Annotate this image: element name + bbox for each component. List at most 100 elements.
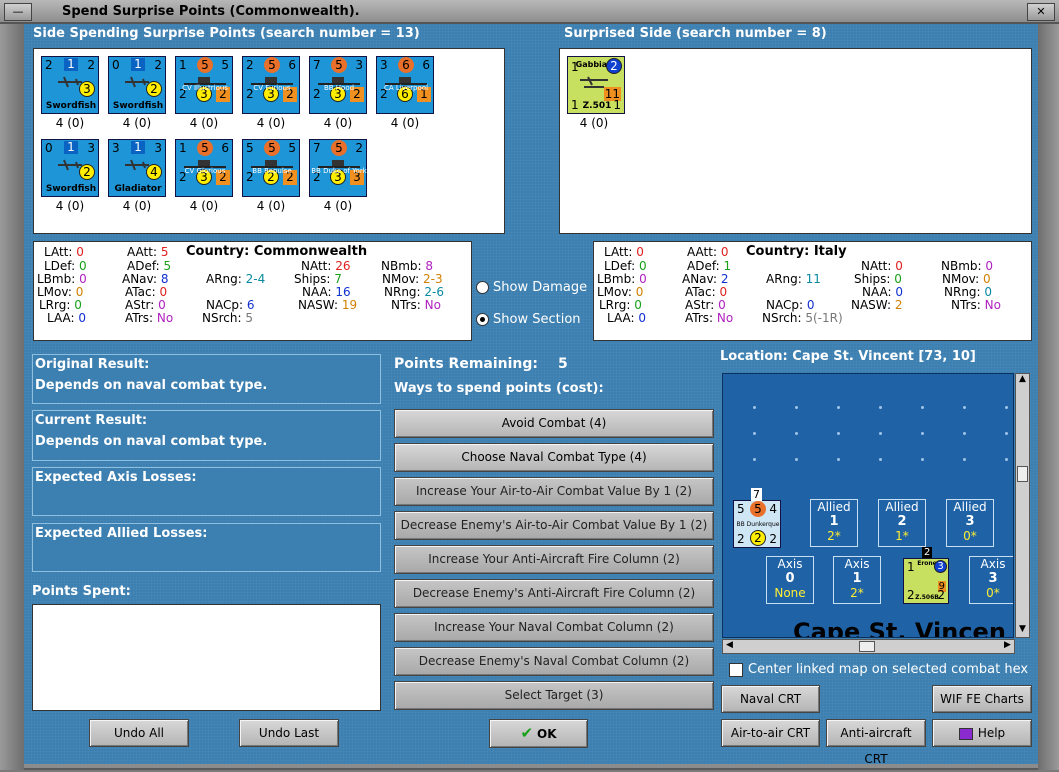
spend-option-button[interactable]: Increase Your Anti-Aircraft Fire Column … (394, 545, 714, 574)
counter-top-left-value: 5 (737, 502, 745, 516)
axis-box-subvalue: None (774, 586, 806, 600)
aircraft-counter[interactable]: 1 Gabbiano 2 11 1 1 Z.501 (567, 56, 625, 114)
surprised-side-stats: LAtt: 0 AAtt: 0 Country: Italy NAtt: 0 N… (593, 241, 1032, 341)
counter-attack-value: 5 (197, 57, 213, 73)
stat-natt: NAtt: 0 (861, 259, 903, 273)
sea-hex-dot (963, 406, 966, 409)
map-vscroll-thumb[interactable] (1017, 466, 1028, 482)
stat-nmov: NMov: 0 (942, 272, 991, 286)
current-result-value: Depends on naval combat type. (35, 434, 268, 449)
spending-side-header: Side Spending Surprise Points (search nu… (33, 26, 420, 41)
spend-option-button[interactable]: Select Target (3) (394, 681, 714, 710)
undo-all-button[interactable]: Undo All (89, 719, 189, 747)
stat-nacp: NACp: 6 (206, 298, 255, 312)
ship-counter[interactable]: 5 5 5 2 2 2 BB Repulse (242, 139, 300, 197)
aircraft-counter[interactable]: 3 3 1 4 Gladiator (108, 139, 166, 197)
map-place-label: Cape St. Vincen (793, 618, 1006, 638)
show-damage-label[interactable]: Show Damage (493, 280, 587, 295)
counter-top-right-value: 3 (87, 141, 95, 155)
counter-caption: 4 (0) (579, 116, 609, 130)
stat-country: Country: Commonwealth (186, 244, 368, 259)
points-remaining: Points Remaining: 5 (394, 356, 568, 372)
show-damage-radio[interactable] (476, 281, 489, 294)
counter-circle-value: 2 (146, 81, 162, 97)
wif-fe-charts-button[interactable]: WIF FE Charts (932, 685, 1032, 713)
allied-box[interactable]: Allied 3 0* (946, 499, 994, 547)
scroll-down-icon[interactable]: ▼ (1016, 624, 1029, 637)
counter-top-left-value: 7 (313, 58, 321, 72)
linked-map[interactable]: Allied 1 2* Allied 2 1* Allied 3 0* Axis 0 None Axis… (722, 373, 1014, 638)
stat-atac: ATac: 0 (685, 285, 728, 299)
counter-top-right-value: 2 (355, 141, 363, 155)
scroll-right-icon[interactable]: ▶ (1001, 640, 1014, 653)
counter-top-left-value: 2 (45, 58, 53, 72)
undo-last-button[interactable]: Undo Last (239, 719, 339, 747)
show-section-radio[interactable] (476, 313, 489, 326)
map-ship-counter[interactable]: 7 5 5 4 BB Dunkerque 2 2 2 (733, 488, 781, 548)
spend-option-button[interactable]: Increase Your Air-to-Air Combat Value By… (394, 477, 714, 506)
allied-box[interactable]: Allied 2 1* (878, 499, 926, 547)
counter-top-right-value: 6 (288, 58, 296, 72)
stat-ldef: LDef: 0 (604, 259, 647, 273)
help-button[interactable]: Help (932, 719, 1032, 747)
counter-caption: 4 (0) (55, 116, 85, 130)
axis-box[interactable]: Axis 1 2* (833, 556, 881, 604)
spend-option-button[interactable]: Decrease Enemy's Air-to-Air Combat Value… (394, 511, 714, 540)
counter-top-left-value: 7 (313, 141, 321, 155)
ship-counter[interactable]: 1 6 5 2 3 2 CV Glorious (175, 139, 233, 197)
naval-crt-button[interactable]: Naval CRT (721, 685, 820, 713)
counter-air-value: 1 (131, 141, 145, 154)
sea-hex-dot (879, 406, 882, 409)
axis-box[interactable]: Axis 3 0* (969, 556, 1013, 604)
axis-losses-label: Expected Axis Losses: (35, 470, 197, 485)
stat-lbmb: LBmb: 0 (597, 272, 647, 286)
spend-option-button[interactable]: Avoid Combat (4) (394, 409, 714, 438)
window-title: Spend Surprise Points (Commonwealth). (62, 4, 360, 19)
close-button[interactable]: ✕ (1027, 3, 1055, 21)
ok-button[interactable]: ✔ OK (489, 719, 588, 748)
ship-counter[interactable]: 3 6 6 2 6 1 CA Liverpool (376, 56, 434, 114)
stat-nsrch: NSrch: 5 (202, 311, 253, 325)
map-air-counter[interactable]: 2 1 Erone 3 9 2 2 Z.506B (903, 547, 949, 604)
axis-box[interactable]: Axis 0 None (766, 556, 814, 604)
center-map-checkbox[interactable] (729, 663, 743, 677)
map-vertical-scrollbar[interactable]: ▲ ▼ (1015, 373, 1030, 638)
spend-option-button[interactable]: Choose Naval Combat Type (4) (394, 443, 714, 472)
spend-option-button[interactable]: Increase Your Naval Combat Column (2) (394, 613, 714, 642)
ship-counter[interactable]: 7 3 5 2 3 2 BB Hood (309, 56, 367, 114)
anti-aircraft-crt-button[interactable]: Anti-aircraft CRT (826, 719, 926, 766)
stat-nbmb: NBmb: 8 (381, 259, 434, 273)
stat-latt: LAtt: 0 (44, 245, 84, 259)
aircraft-counter[interactable]: 0 2 1 2 Swordfish (108, 56, 166, 114)
stat-nasw: NASW: 19 (298, 298, 358, 312)
counter-circle-value: 4 (146, 164, 162, 180)
map-hscroll-thumb[interactable] (859, 641, 875, 652)
seaplane-silhouette-icon (578, 73, 608, 91)
ways-to-spend-label: Ways to spend points (cost): (394, 381, 604, 396)
counter-unit-name: CV Illustrious (182, 84, 228, 92)
sea-hex-dot (963, 458, 966, 461)
title-bar[interactable]: — Spend Surprise Points (Commonwealth). … (0, 0, 1059, 24)
spend-option-button[interactable]: Decrease Enemy's Anti-Aircraft Fire Colu… (394, 579, 714, 608)
aircraft-counter[interactable]: 0 3 1 2 Swordfish (41, 139, 99, 197)
aircraft-counter[interactable]: 2 2 1 3 Swordfish (41, 56, 99, 114)
ship-counter[interactable]: 7 2 5 2 3 3 BB Duke of York (309, 139, 367, 197)
counter-top-left-value: 1 (179, 58, 187, 72)
points-spent-list[interactable] (32, 604, 381, 711)
show-section-label[interactable]: Show Section (493, 312, 581, 327)
spend-option-button[interactable]: Decrease Enemy's Naval Combat Column (2) (394, 647, 714, 676)
ship-counter[interactable]: 1 5 5 2 3 2 CV Illustrious (175, 56, 233, 114)
counter-air-value: 1 (131, 58, 145, 71)
center-map-label[interactable]: Center linked map on selected combat hex (748, 662, 1028, 677)
sea-hex-dot (795, 406, 798, 409)
map-horizontal-scrollbar[interactable]: ◀ ▶ (722, 639, 1015, 654)
counter-circle-value: 2 (79, 164, 95, 180)
stat-nacp: NACp: 0 (766, 298, 815, 312)
air-to-air-crt-button[interactable]: Air-to-air CRT (721, 719, 820, 747)
allied-box[interactable]: Allied 1 2* (810, 499, 858, 547)
scroll-left-icon[interactable]: ◀ (723, 640, 736, 653)
scroll-up-icon[interactable]: ▲ (1016, 374, 1029, 387)
stat-ldef: LDef: 0 (44, 259, 87, 273)
ship-counter[interactable]: 2 6 5 2 3 2 CV Furious (242, 56, 300, 114)
system-menu-button[interactable]: — (4, 3, 32, 21)
